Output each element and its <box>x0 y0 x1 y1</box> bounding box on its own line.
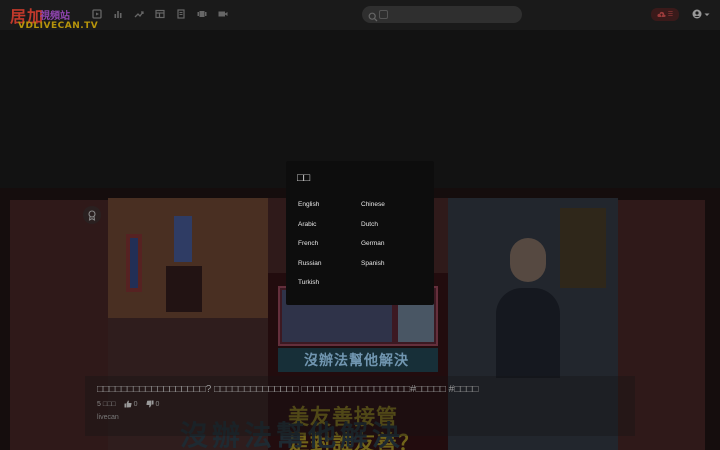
search-icon[interactable] <box>368 9 378 27</box>
language-option-german[interactable]: German <box>361 240 384 247</box>
live-camera-icon[interactable] <box>218 9 228 19</box>
language-option-english[interactable]: English <box>298 201 319 208</box>
language-option-french[interactable]: French <box>298 240 318 247</box>
award-button[interactable] <box>83 206 101 224</box>
like-button[interactable]: 0 <box>124 400 138 408</box>
language-option-turkish[interactable]: Turkish <box>298 279 319 286</box>
site-logo[interactable]: 居加 視頻站 VDLIVECAN.TV <box>10 3 98 31</box>
language-option-dutch[interactable]: Dutch <box>361 221 378 228</box>
top-bar: 居加 視頻站 VDLIVECAN.TV ☰ <box>0 0 720 31</box>
nav-icons <box>92 9 228 19</box>
language-option-russian[interactable]: Russian <box>298 260 321 267</box>
language-popup-title: □□ <box>297 172 311 184</box>
cloud-upload-icon <box>657 11 666 17</box>
view-count-unit: □□□ <box>102 400 116 408</box>
dislike-count: 0 <box>155 400 160 408</box>
account-menu[interactable] <box>692 9 710 19</box>
award-icon <box>88 209 96 221</box>
thumbs-up-icon <box>124 400 132 408</box>
language-option-chinese[interactable]: Chinese <box>361 201 385 208</box>
view-count: 5 □□□ <box>97 401 116 408</box>
logo-sub-text: 視頻站 <box>40 11 70 22</box>
stack-icon[interactable] <box>197 9 207 19</box>
account-icon <box>692 9 702 19</box>
search-input[interactable] <box>380 8 514 21</box>
video-info: □□□□□□□□□□□□□□□□□□? □□□□□□□□□□□□□□ □□□□□… <box>85 376 635 436</box>
language-popup: □□ English Chinese Arabic Dutch French G… <box>286 161 434 305</box>
language-option-spanish[interactable]: Spanish <box>361 260 385 267</box>
page: 居加 視頻站 VDLIVECAN.TV ☰ 沒辦法幫他解決 美友善接管 是對誰友… <box>0 0 720 450</box>
language-option-arabic[interactable]: Arabic <box>298 221 316 228</box>
video-library-icon[interactable] <box>92 9 102 19</box>
upload-label: ☰ <box>667 12 674 18</box>
thumbs-down-icon <box>145 400 153 408</box>
video-meta: 5 □□□ 0 0 <box>97 400 159 408</box>
chevron-down-icon <box>704 13 710 16</box>
upload-button[interactable]: ☰ <box>651 8 679 21</box>
view-count-value: 5 <box>97 400 101 408</box>
bar-chart-icon[interactable] <box>113 9 123 19</box>
trending-icon[interactable] <box>134 9 144 19</box>
search-bar[interactable] <box>362 6 522 23</box>
logo-tag-text: VDLIVECAN.TV <box>18 21 99 31</box>
like-count: 0 <box>133 400 138 408</box>
video-title[interactable]: □□□□□□□□□□□□□□□□□□? □□□□□□□□□□□□□□ □□□□□… <box>97 384 617 395</box>
list-icon[interactable] <box>176 9 186 19</box>
layout-icon[interactable] <box>155 9 165 19</box>
channel-name[interactable]: livecan <box>97 414 119 421</box>
dislike-button[interactable]: 0 <box>145 400 160 408</box>
